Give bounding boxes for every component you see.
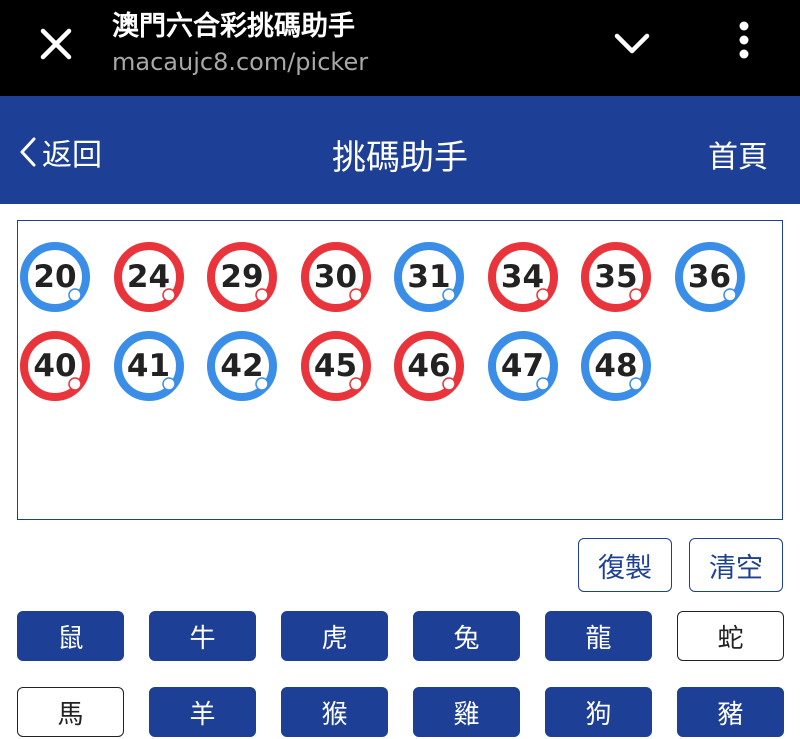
clear-button[interactable]: 清空 <box>689 538 783 592</box>
more-vert-icon[interactable] <box>720 16 768 64</box>
zodiac-button[interactable]: 蛇 <box>677 611 784 661</box>
ball-number: 20 <box>33 259 77 295</box>
number-ball[interactable]: 40 <box>19 330 91 402</box>
number-ball[interactable]: 41 <box>113 330 185 402</box>
zodiac-button[interactable]: 龍 <box>545 611 652 661</box>
number-ball[interactable]: 20 <box>19 241 91 313</box>
ball-number: 41 <box>126 348 171 384</box>
zodiac-button[interactable]: 兔 <box>413 611 520 661</box>
number-ball[interactable]: 30 <box>300 241 372 313</box>
ball-number: 29 <box>220 259 264 295</box>
app-screen: 澳門六合彩挑碼助手 macaujc8.com/picker 返回 挑碼助手 首頁… <box>0 0 800 739</box>
browser-url[interactable]: macaujc8.com/picker <box>112 48 368 76</box>
ball-number: 47 <box>500 348 545 384</box>
number-ball[interactable]: 34 <box>487 241 559 313</box>
app-header: 返回 挑碼助手 首頁 <box>0 96 800 204</box>
copy-button[interactable]: 復製 <box>578 538 672 592</box>
number-ball[interactable]: 36 <box>674 241 746 313</box>
ball-number: 24 <box>126 259 171 295</box>
browser-bar: 澳門六合彩挑碼助手 macaujc8.com/picker <box>0 0 800 96</box>
ball-number: 35 <box>594 259 638 295</box>
zodiac-button[interactable]: 猴 <box>281 687 388 737</box>
zodiac-button[interactable]: 鼠 <box>17 611 124 661</box>
close-icon[interactable] <box>32 20 80 68</box>
number-ball[interactable]: 29 <box>206 241 278 313</box>
ball-number: 40 <box>33 348 77 384</box>
chevron-down-icon[interactable] <box>608 20 656 68</box>
zodiac-button[interactable]: 羊 <box>149 687 256 737</box>
number-ball[interactable]: 46 <box>393 330 465 402</box>
zodiac-button[interactable]: 狗 <box>545 687 652 737</box>
number-ball[interactable]: 35 <box>580 241 652 313</box>
zodiac-button[interactable]: 馬 <box>17 687 124 737</box>
ball-number: 46 <box>407 348 451 384</box>
ball-number: 30 <box>313 259 358 295</box>
ball-number: 45 <box>313 348 358 384</box>
ball-number: 31 <box>407 259 451 295</box>
ball-number: 48 <box>594 348 638 384</box>
zodiac-button[interactable]: 雞 <box>413 687 520 737</box>
number-ball[interactable]: 24 <box>113 241 185 313</box>
number-ball[interactable]: 42 <box>206 330 278 402</box>
browser-page-title: 澳門六合彩挑碼助手 <box>112 11 355 42</box>
zodiac-button[interactable]: 虎 <box>281 611 388 661</box>
picked-numbers-box: 20 24 29 30 31 34 35 36 40 41 42 45 46 47 48 <box>17 220 783 520</box>
zodiac-button[interactable]: 牛 <box>149 611 256 661</box>
number-ball[interactable]: 31 <box>393 241 465 313</box>
page-title: 挑碼助手 <box>332 138 468 178</box>
ball-number: 34 <box>500 259 545 295</box>
number-ball[interactable]: 45 <box>300 330 372 402</box>
ball-number: 36 <box>687 259 732 295</box>
number-ball[interactable]: 48 <box>580 330 652 402</box>
number-ball[interactable]: 47 <box>487 330 559 402</box>
zodiac-button[interactable]: 豬 <box>677 687 784 737</box>
ball-number: 42 <box>220 348 264 384</box>
home-button[interactable]: 首頁 <box>708 132 768 176</box>
